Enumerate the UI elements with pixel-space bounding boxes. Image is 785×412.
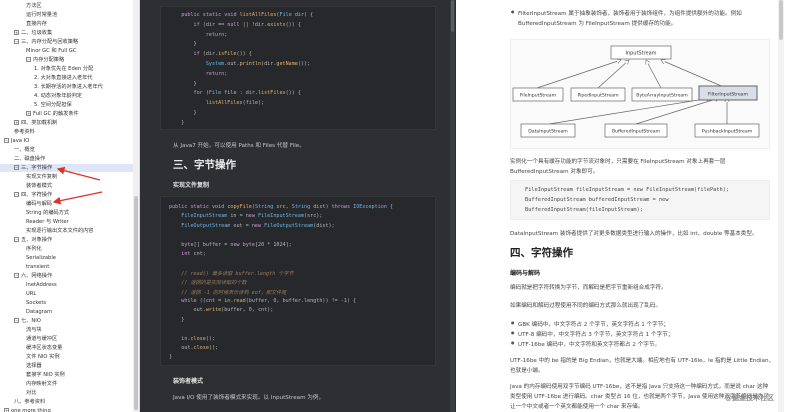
code-line: } <box>169 354 173 361</box>
code-line: if (dir.isFile()) { <box>193 51 252 58</box>
code-line: // read() 最多读取 buffer.length 个字节 <box>181 270 294 277</box>
svg-text:InputStream: InputStream <box>625 51 656 57</box>
svg-text:PipedInputStream: PipedInputStream <box>577 93 619 99</box>
dark-pane-scrollbar-thumb[interactable] <box>451 0 454 32</box>
arrow-to-byte-ops <box>56 166 101 181</box>
code-line: out.close(); <box>169 345 219 351</box>
code-line: FileInputStream in = new FileInputStream… <box>181 213 323 220</box>
code-line: } <box>169 80 197 87</box>
watermark: @掘金技术社区 <box>725 394 774 402</box>
diagram-svg: InputStream FileInputStream PipedInputSt… <box>512 45 760 138</box>
code-line: FileInputStream fileInputStream = new Fi… <box>525 187 730 193</box>
svg-text:ByteArrayInputStream: ByteArrayInputStream <box>636 93 688 99</box>
heading-char-ops: 四、字符操作 <box>510 247 573 259</box>
paragraph-endian-line1: UTF-16be 中的 be 指的是 Big Endian，也就是大端。相应地也… <box>510 358 775 364</box>
code-line: BufferedInputStream(fileInputStream); <box>525 207 643 213</box>
bullet-filter-input-stream-cont: BufferedInputStream 为 FileInputStream 提供… <box>518 21 677 27</box>
bullet-filter-input-stream: FilterInputStream 属于抽象装饰者，装饰者用于装饰组件，为组件提… <box>511 9 742 17</box>
code-block-list-files: public static void listAllFiles(File dir… <box>160 6 436 130</box>
paragraph-decorator: Java I/O 使用了装饰者模式来实现。以 InputStream 为例， <box>173 395 325 401</box>
diagram-node-fileinputstream: FileInputStream <box>512 87 564 102</box>
bullet-utf16be: UTF-16be 编码中，中文字符和英文字符都占 2 个字节。 <box>511 340 660 348</box>
code-line: BufferedInputStream bufferedInputStream … <box>525 197 669 203</box>
heading-file-copy: 实现文件复制 <box>173 182 210 189</box>
light-pane-scrollbar[interactable] <box>778 0 784 412</box>
code-line: for (File file : dir.listFiles()) { <box>193 90 301 97</box>
code-block-copy-file: public static void copyFile(String src, … <box>160 196 436 366</box>
code-line: } <box>169 110 197 116</box>
paragraph-instantiate-line1: 实例化一个具有缓存功能的字节流对象时，只需要在 FileInputStream … <box>510 159 726 165</box>
code-block-buffered-stream: FileInputStream fileInputStream = new Fi… <box>510 180 770 220</box>
paragraph-java7: 从 Java7 开始，可以使用 Paths 和 Files 代替 File。 <box>173 143 305 149</box>
code-line: while ((cnt = in.read(buffer, 0, buffer.… <box>181 298 357 304</box>
paragraph-garbled: 如果编码和解码过程使用不同的编码方式那么就出现了乱码。 <box>510 303 662 309</box>
diagram-node-pipedinputstream: PipedInputStream <box>570 87 626 102</box>
bullet-gbk: GBK 编码中，中文字符占 2 个字节，英文字符占 1 个字节； <box>511 320 669 328</box>
code-line: return; <box>205 31 228 38</box>
code-line: public static void copyFile(String src, … <box>169 204 393 210</box>
code-line: listAllFiles(file); <box>205 100 265 107</box>
paragraph-java-encoding-line1: Java 的内存编码使用双字节编码 UTF-16be，这不是指 Java 只支持… <box>510 384 769 390</box>
bullet-utf8: UTF-8 编码中，中文字符占 3 个字节，英文字符占 1 个字节； <box>511 330 673 338</box>
paragraph-instantiate-line2: BufferedInputStream 对象即可。 <box>510 169 599 175</box>
light-article-pane: FilterInputStream 属于抽象装饰者，装饰者用于装饰组件，为组件提… <box>456 0 785 412</box>
code-line: return; <box>205 70 228 77</box>
paragraph-endian-line2: 也就是小端。 <box>510 368 544 374</box>
code-line: FileOutputStream out = new FileOutputStr… <box>181 222 335 229</box>
code-line: public static void listAllFiles(File dir… <box>181 12 314 18</box>
heading-byte-ops: 三、字节操作 <box>173 159 236 171</box>
diagram-node-datainputstream: DataInputStream <box>520 123 576 138</box>
svg-text:FileInputStream: FileInputStream <box>520 93 557 99</box>
heading-encoding: 编码与解码 <box>510 270 541 277</box>
code-line: } <box>169 119 185 126</box>
svg-text:PushbackInputStream: PushbackInputStream <box>702 129 753 135</box>
code-line: int cnt; <box>181 251 206 257</box>
arrow-to-char-ops <box>52 191 103 205</box>
dark-pane-scrollbar[interactable] <box>450 0 455 412</box>
light-pane-scrollbar-thumb[interactable] <box>779 0 783 40</box>
svg-text:DataInputStream: DataInputStream <box>528 129 568 135</box>
diagram-node-inputstream: InputStream <box>610 45 672 60</box>
code-line: } <box>169 316 185 323</box>
annotation-arrows <box>52 166 103 205</box>
code-line: // 返回的是实际读取的个数 <box>181 280 247 287</box>
code-line: byte[] buffer = new byte[20 * 1024]; <box>181 241 292 248</box>
code-line: in.close(); <box>169 335 216 342</box>
code-line: } <box>169 41 197 48</box>
heading-decorator: 装饰者模式 <box>173 378 204 385</box>
svg-text:FilterInputStream: FilterInputStream <box>708 92 748 98</box>
code-line: out.write(buffer, 0, cnt); <box>169 307 274 314</box>
diagram-node-filterinputstream: FilterInputStream <box>698 85 758 101</box>
code-line: System.out.println(dir.getName()); <box>205 61 311 67</box>
inputstream-class-diagram: InputStream FileInputStream PipedInputSt… <box>510 39 770 149</box>
paragraph-java-encoding-line3: 让一个中文或者一个英文都能使用一个 char 来存储。 <box>510 404 644 410</box>
diagram-node-bufferedinputstream: BufferedInputStream <box>604 123 668 138</box>
svg-text:BufferedInputStream: BufferedInputStream <box>612 129 661 135</box>
diagram-node-pushbackinputstream: PushbackInputStream <box>694 123 760 138</box>
code-line: // 返回 -1 的时候表示读到 eof，即文件尾 <box>181 289 287 296</box>
paragraph-data-input-stream: DataInputStream 装饰者提供了对更多数据类型进行输入的操作，比如 … <box>510 231 758 237</box>
sidebar-scrollbar-thumb[interactable] <box>134 196 138 410</box>
code-line: if (dir == null || !dir.exists()) { <box>193 21 301 28</box>
toc-sidebar: 方法区 运行时常量池 直接内存 + 二、垃圾收集 − 三、内存分配与回收策略 Minor GC… <box>0 0 140 412</box>
diagram-node-bytearrayinputstream: ByteArrayInputStream <box>631 87 693 102</box>
dark-article-pane: public static void listAllFiles(File dir… <box>140 0 456 412</box>
paragraph-encoding-def: 编码就是把字符转换为字节，而解码是把字节重新组合成字符。 <box>510 285 667 291</box>
